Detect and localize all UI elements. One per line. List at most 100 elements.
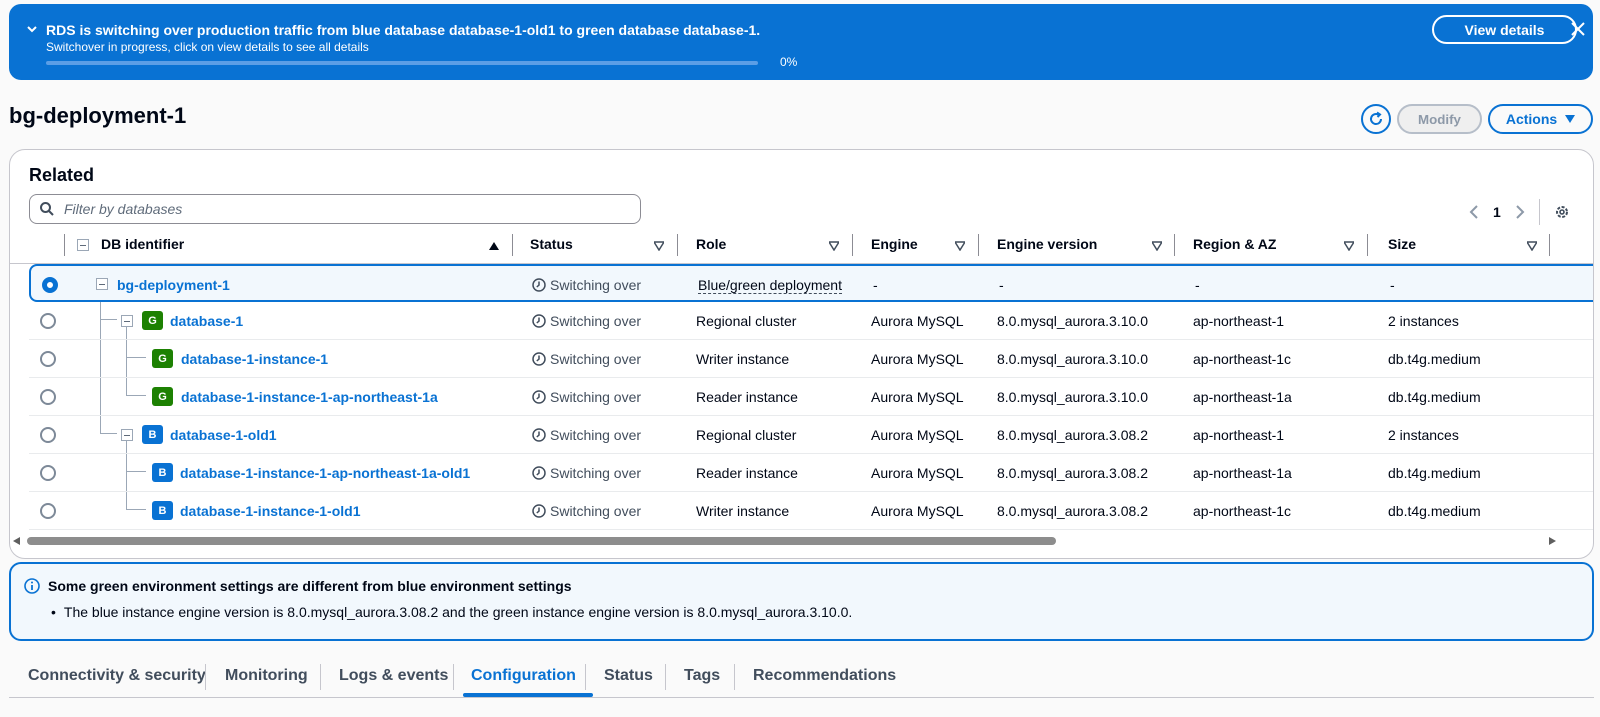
collapse-icon[interactable] <box>121 315 133 327</box>
db-identifier-link[interactable]: database-1-instance-1-old1 <box>180 503 361 519</box>
modify-button[interactable]: Modify <box>1397 104 1482 134</box>
page-number[interactable]: 1 <box>1493 204 1501 220</box>
tab-configuration[interactable]: Configuration <box>471 667 576 685</box>
table-row[interactable]: B database-1-instance-1-ap-northeast-1a-… <box>29 454 1593 492</box>
tab-divider <box>453 664 454 690</box>
engine-cell: Aurora MySQL <box>871 427 964 443</box>
col-size[interactable]: Size <box>1388 236 1416 252</box>
chevron-right-icon[interactable] <box>1515 205 1525 219</box>
version-cell: 8.0.mysql_aurora.3.08.2 <box>997 427 1148 443</box>
tab-logs-events[interactable]: Logs & events <box>339 667 448 685</box>
version-cell: - <box>999 277 1004 293</box>
pager-divider <box>1538 199 1540 225</box>
sort-icon[interactable] <box>955 241 965 251</box>
scrollbar-thumb[interactable] <box>27 537 1056 545</box>
engine-cell: Aurora MySQL <box>871 389 964 405</box>
sort-icon[interactable] <box>1152 241 1162 251</box>
pagination: 1 <box>1469 199 1570 225</box>
col-role[interactable]: Role <box>696 236 726 252</box>
related-panel: Related 1 DB identifier Status Role Engi… <box>9 149 1594 559</box>
tab-connectivity-security[interactable]: Connectivity & security <box>28 667 206 685</box>
engine-cell: Aurora MySQL <box>871 313 964 329</box>
table-row[interactable]: G database-1 Switching over Regional clu… <box>29 302 1593 340</box>
status-text: Switching over <box>550 313 642 329</box>
size-cell: 2 instances <box>1388 427 1459 443</box>
column-divider[interactable] <box>978 234 979 256</box>
row-radio[interactable] <box>40 351 56 367</box>
tab-recommendations[interactable]: Recommendations <box>753 667 896 685</box>
col-engine-version[interactable]: Engine version <box>997 236 1097 252</box>
db-identifier-link[interactable]: database-1-instance-1-ap-northeast-1a <box>181 389 438 405</box>
collapse-all-icon[interactable] <box>77 239 89 251</box>
related-title: Related <box>29 165 95 185</box>
column-divider[interactable] <box>1367 234 1368 256</box>
tab-monitoring[interactable]: Monitoring <box>225 667 308 685</box>
sort-ascending-icon[interactable] <box>489 241 499 251</box>
clock-icon <box>532 314 546 328</box>
chevron-left-icon[interactable] <box>1469 205 1479 219</box>
clock-icon <box>532 352 546 366</box>
tab-divider <box>205 664 206 690</box>
db-identifier-link[interactable]: database-1 <box>170 313 243 329</box>
db-identifier-link[interactable]: database-1-instance-1 <box>181 351 328 367</box>
role-cell: Reader instance <box>696 389 798 405</box>
view-details-button[interactable]: View details <box>1432 15 1577 44</box>
region-cell: ap-northeast-1a <box>1193 389 1292 405</box>
column-divider <box>64 234 65 256</box>
column-divider[interactable] <box>677 234 678 256</box>
table-row[interactable]: G database-1-instance-1-ap-northeast-1a … <box>29 378 1593 416</box>
scroll-right-icon[interactable] <box>1548 537 1556 545</box>
role-cell[interactable]: Blue/green deployment <box>698 277 842 294</box>
row-radio[interactable] <box>40 313 56 329</box>
column-divider[interactable] <box>852 234 853 256</box>
row-radio[interactable] <box>40 503 56 519</box>
col-status[interactable]: Status <box>530 236 573 252</box>
db-identifier-link[interactable]: bg-deployment-1 <box>117 277 230 293</box>
page-title: bg-deployment-1 <box>9 103 187 128</box>
info-icon <box>24 578 40 594</box>
clock-icon <box>532 504 546 518</box>
row-radio[interactable] <box>42 277 58 293</box>
status-text: Switching over <box>550 351 642 367</box>
version-cell: 8.0.mysql_aurora.3.08.2 <box>997 465 1148 481</box>
column-divider[interactable] <box>512 234 513 256</box>
engine-cell: Aurora MySQL <box>871 503 964 519</box>
col-region-az[interactable]: Region & AZ <box>1193 236 1276 252</box>
table-row[interactable]: G database-1-instance-1 Switching over W… <box>29 340 1593 378</box>
sort-icon[interactable] <box>829 241 839 251</box>
collapse-icon[interactable] <box>96 278 108 290</box>
row-radio[interactable] <box>40 427 56 443</box>
status-text: Switching over <box>550 389 642 405</box>
row-radio[interactable] <box>40 465 56 481</box>
sort-icon[interactable] <box>1344 241 1354 251</box>
db-identifier-link[interactable]: database-1-instance-1-ap-northeast-1a-ol… <box>180 465 470 481</box>
table-row[interactable]: bg-deployment-1 Switching over Blue/gree… <box>29 264 1593 302</box>
actions-button[interactable]: Actions <box>1488 104 1593 134</box>
row-radio[interactable] <box>40 389 56 405</box>
col-engine[interactable]: Engine <box>871 236 918 252</box>
refresh-button[interactable] <box>1361 104 1391 134</box>
scroll-left-icon[interactable] <box>13 537 21 545</box>
role-cell: Writer instance <box>696 503 790 519</box>
col-db-identifier[interactable]: DB identifier <box>101 236 184 252</box>
close-icon[interactable] <box>1569 20 1587 38</box>
horizontal-scrollbar[interactable] <box>10 534 1593 548</box>
table-row[interactable]: B database-1-instance-1-old1 Switching o… <box>29 492 1593 530</box>
table-row[interactable]: B database-1-old1 Switching over Regiona… <box>29 416 1593 454</box>
db-identifier-link[interactable]: database-1-old1 <box>170 427 277 443</box>
tab-tags[interactable]: Tags <box>684 667 720 685</box>
column-divider[interactable] <box>1549 234 1550 256</box>
filter-input[interactable] <box>64 196 624 222</box>
sort-icon[interactable] <box>1527 241 1537 251</box>
status-cell: Switching over <box>532 465 641 481</box>
column-divider[interactable] <box>1174 234 1175 256</box>
chevron-down-icon[interactable] <box>26 23 38 35</box>
collapse-icon[interactable] <box>121 429 133 441</box>
table-header: DB identifier Status Role Engine Engine … <box>10 230 1593 264</box>
gear-icon[interactable] <box>1554 204 1570 220</box>
region-cell: ap-northeast-1a <box>1193 465 1292 481</box>
tab-status[interactable]: Status <box>604 667 653 685</box>
sort-icon[interactable] <box>654 241 664 251</box>
tab-divider <box>320 664 321 690</box>
size-cell: - <box>1390 277 1395 293</box>
